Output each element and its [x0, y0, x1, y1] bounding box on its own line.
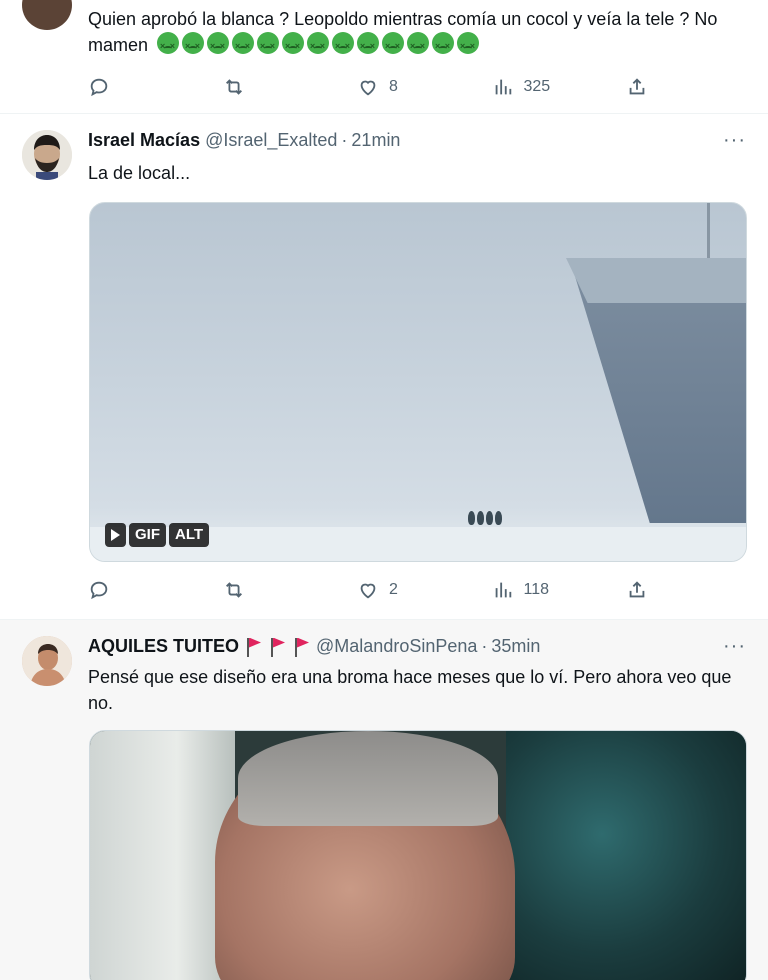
tweet[interactable]: Israel Macías @Israel_Exalted · 21min ··…: [0, 114, 768, 620]
retweet-icon: [223, 76, 245, 98]
gif-media[interactable]: [89, 730, 747, 980]
gif-badge[interactable]: GIF: [129, 523, 166, 547]
avatar[interactable]: [22, 130, 72, 180]
penguin: [486, 511, 493, 525]
views-chart-icon: [492, 579, 514, 601]
ship-deck: [566, 258, 746, 303]
heart-icon: [357, 76, 379, 98]
red-flag-icon: [269, 637, 287, 657]
gif-media[interactable]: GIF ALT: [89, 202, 747, 562]
like-button[interactable]: 2: [357, 579, 427, 601]
reply-icon: [88, 76, 110, 98]
nauseated-face-icon: [307, 32, 330, 59]
emoji-row: [157, 32, 480, 59]
avatar[interactable]: [22, 636, 72, 686]
media-badges: GIF ALT: [105, 523, 210, 547]
tweet-header: AQUILES TUITEO @MalandroSinPena · 35min: [88, 636, 540, 657]
reply-button[interactable]: [88, 76, 158, 98]
like-button[interactable]: 8: [357, 76, 427, 98]
tweet-header: Israel Macías @Israel_Exalted · 21min: [88, 130, 400, 151]
share-button[interactable]: [626, 76, 648, 98]
ship-mast: [707, 203, 710, 261]
nauseated-face-icon: [332, 32, 355, 59]
nauseated-face-icon: [282, 32, 305, 59]
views-button[interactable]: 118: [492, 579, 562, 601]
nauseated-face-icon: [157, 32, 180, 59]
nauseated-face-icon: [382, 32, 405, 59]
avatar[interactable]: [22, 0, 72, 30]
red-flag-icon: [245, 637, 263, 657]
play-button[interactable]: [105, 523, 126, 547]
more-options-button[interactable]: ···: [723, 130, 746, 150]
display-name[interactable]: Israel Macías: [88, 130, 200, 151]
reply-icon: [88, 579, 110, 601]
nauseated-face-icon: [407, 32, 430, 59]
more-options-button[interactable]: ···: [723, 636, 746, 656]
display-name[interactable]: AQUILES TUITEO: [88, 636, 239, 657]
heart-icon: [357, 579, 379, 601]
penguin: [468, 511, 475, 525]
retweet-button[interactable]: [223, 76, 293, 98]
tweet-actions: 2 118: [88, 579, 648, 601]
nauseated-face-icon: [457, 32, 480, 59]
like-count: 8: [389, 78, 398, 95]
nauseated-face-icon: [207, 32, 230, 59]
timestamp[interactable]: 35min: [491, 636, 540, 657]
views-count: 325: [523, 78, 551, 95]
reply-button[interactable]: [88, 579, 158, 601]
nauseated-face-icon: [257, 32, 280, 59]
red-flag-icon: [293, 637, 311, 657]
background-foliage: [506, 731, 746, 980]
nauseated-face-icon: [357, 32, 380, 59]
tweet[interactable]: AQUILES TUITEO @MalandroSinPena · 35min …: [0, 620, 768, 980]
play-icon: [111, 529, 120, 541]
views-count: 118: [523, 581, 550, 598]
tweet-actions: 8 325: [88, 76, 648, 98]
tweet-text: Quien aprobó la blanca ? Leopoldo mientr…: [88, 6, 748, 59]
like-count: 2: [389, 581, 398, 598]
person-hair: [238, 731, 498, 826]
penguin: [477, 511, 484, 525]
timestamp[interactable]: 21min: [351, 130, 400, 151]
nauseated-face-icon: [432, 32, 455, 59]
retweet-button[interactable]: [223, 579, 293, 601]
separator-dot: ·: [481, 636, 488, 656]
share-button[interactable]: [626, 579, 648, 601]
tweet-text: Pensé que ese diseño era una broma hace …: [88, 667, 732, 713]
tweet-text: La de local...: [88, 163, 191, 183]
views-button[interactable]: 325: [492, 76, 562, 98]
penguin: [495, 511, 502, 525]
nauseated-face-icon: [232, 32, 255, 59]
user-handle[interactable]: @MalandroSinPena: [316, 636, 477, 657]
tweet[interactable]: Quien aprobó la blanca ? Leopoldo mientr…: [0, 0, 768, 114]
alt-badge[interactable]: ALT: [169, 523, 210, 547]
views-chart-icon: [492, 76, 514, 98]
share-icon: [626, 579, 648, 601]
penguins: [468, 511, 502, 525]
share-icon: [626, 76, 648, 98]
user-handle[interactable]: @Israel_Exalted: [205, 130, 337, 151]
separator-dot: ·: [341, 130, 348, 150]
background-window: [90, 731, 235, 980]
retweet-icon: [223, 579, 245, 601]
nauseated-face-icon: [182, 32, 205, 59]
